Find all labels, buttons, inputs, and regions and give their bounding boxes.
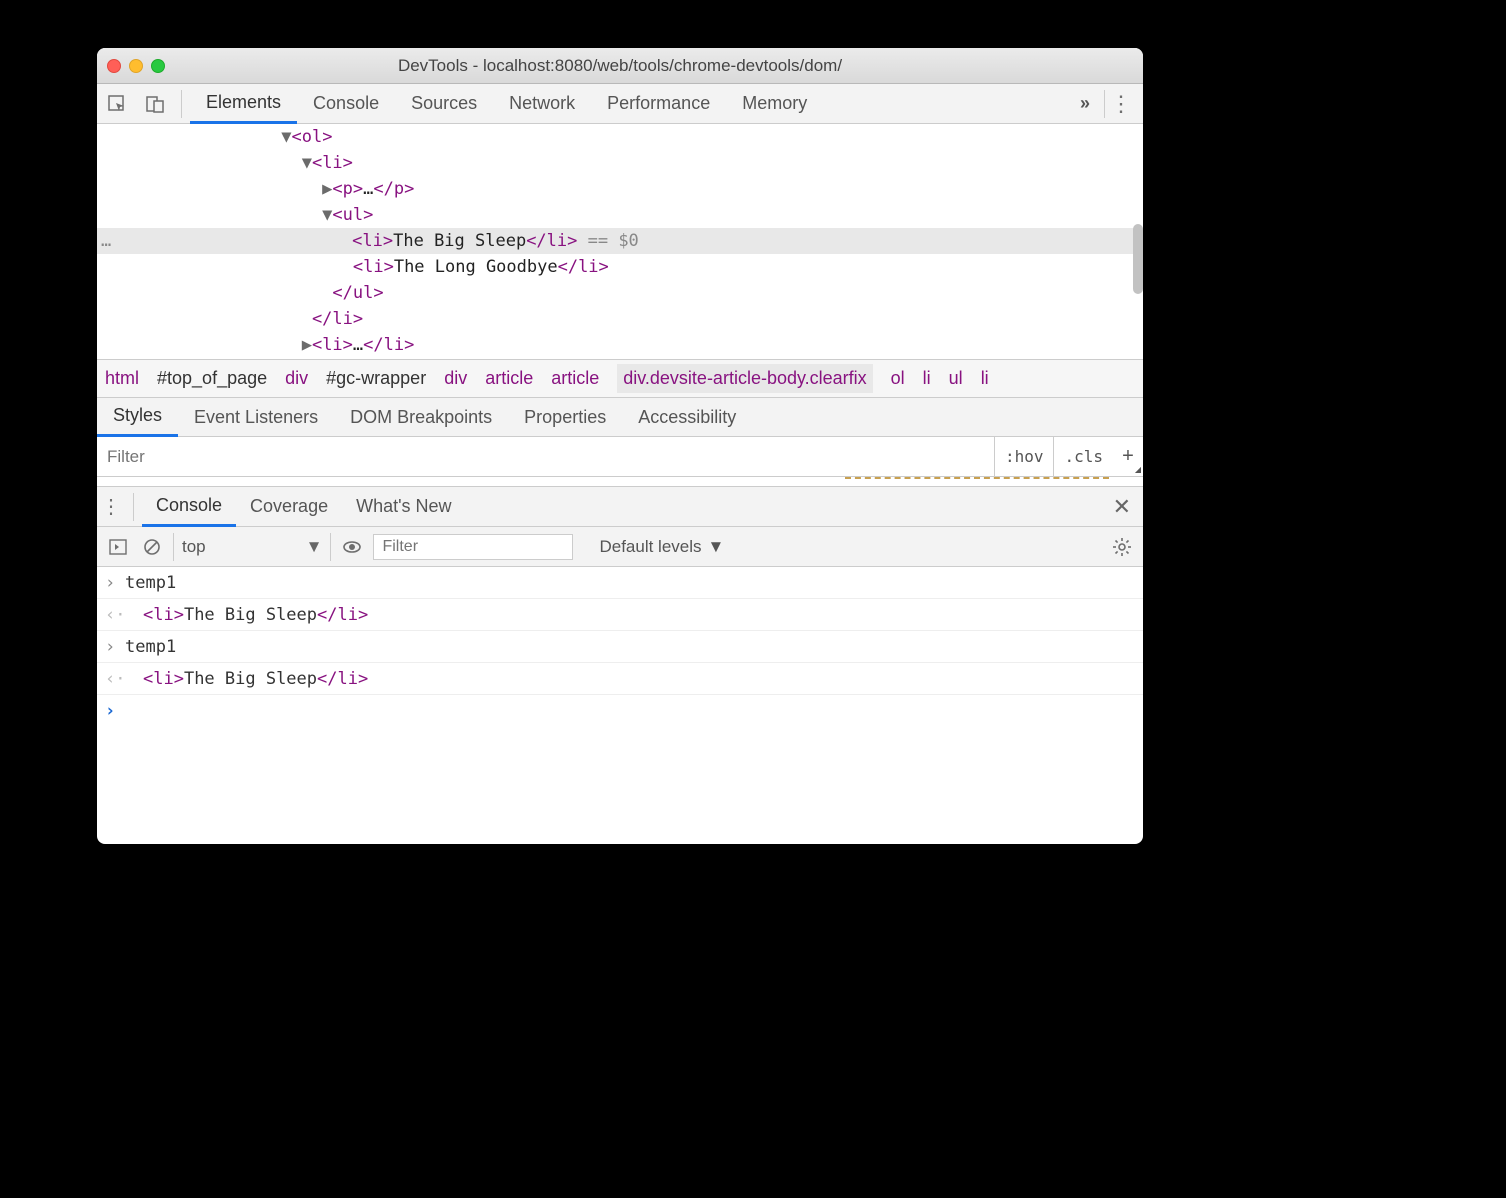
dom-node[interactable]: </li> (97, 306, 1143, 332)
console-sidebar-toggle-icon[interactable] (105, 534, 131, 560)
dom-node[interactable]: ▼<ul> (97, 202, 1143, 228)
console-settings-icon[interactable] (1109, 534, 1135, 560)
live-expression-icon[interactable] (339, 534, 365, 560)
styles-tab-accessibility[interactable]: Accessibility (622, 397, 752, 437)
hov-toggle[interactable]: :hov (995, 437, 1055, 476)
breadcrumb-item[interactable]: div.devsite-article-body.clearfix (617, 364, 872, 393)
dom-node[interactable]: ▼<li> (97, 150, 1143, 176)
tab-memory[interactable]: Memory (726, 84, 823, 124)
drawer-tabbar: ⋮ ConsoleCoverageWhat's New ✕ (97, 487, 1143, 527)
console-output[interactable]: ›temp1‹·<li>The Big Sleep</li>›temp1‹·<l… (97, 567, 1143, 844)
window-title: DevTools - localhost:8080/web/tools/chro… (201, 56, 1039, 76)
breadcrumb-item[interactable]: article (485, 368, 533, 389)
overflow-tabs[interactable]: » (1068, 84, 1102, 124)
styles-tab-event-listeners[interactable]: Event Listeners (178, 397, 334, 437)
breadcrumb-item[interactable]: ul (949, 368, 963, 389)
dom-node[interactable]: </ul> (97, 280, 1143, 306)
styles-tab-dom-breakpoints[interactable]: DOM Breakpoints (334, 397, 508, 437)
scrollbar-thumb[interactable] (1133, 224, 1143, 294)
breadcrumb-item[interactable]: article (551, 368, 599, 389)
dom-node-selected[interactable]: … <li>The Big Sleep</li> == $0 (97, 228, 1143, 254)
breadcrumb-item[interactable]: html (105, 368, 139, 389)
dom-breadcrumb: html #top_of_page div #gc-wrapper div article… (97, 359, 1143, 397)
console-input-row[interactable]: ›temp1 (97, 567, 1143, 599)
main-tabbar: ElementsConsoleSourcesNetworkPerformance… (97, 84, 1143, 124)
breadcrumb-item[interactable]: li (981, 368, 989, 389)
divider (1104, 90, 1105, 118)
inspect-icon[interactable] (103, 90, 131, 118)
box-model-preview (845, 477, 1109, 486)
close-drawer-button[interactable]: ✕ (1101, 494, 1143, 520)
breadcrumb-item[interactable]: #top_of_page (157, 368, 267, 389)
breadcrumb-item[interactable]: li (923, 368, 931, 389)
breadcrumb-item[interactable]: #gc-wrapper (326, 368, 426, 389)
breadcrumb-item[interactable]: div (444, 368, 467, 389)
traffic-lights (107, 59, 201, 73)
styles-tab-styles[interactable]: Styles (97, 397, 178, 437)
dom-tree[interactable]: ▼<ol> ▼<li> ▶<p>…</p> ▼<ul>… <li>The Big… (97, 124, 1143, 359)
dom-node[interactable]: <li>The Long Goodbye</li> (97, 254, 1143, 280)
divider (133, 493, 134, 521)
drawer-tab-what-s-new[interactable]: What's New (342, 487, 465, 527)
dom-node[interactable]: ▼<ol> (97, 124, 1143, 150)
log-levels-selector[interactable]: Default levels▼ (581, 537, 724, 557)
styles-filter-input[interactable] (97, 437, 995, 476)
maximize-icon[interactable] (151, 59, 165, 73)
drawer-tab-coverage[interactable]: Coverage (236, 487, 342, 527)
device-toggle-icon[interactable] (141, 90, 169, 118)
styles-panel-body (97, 477, 1143, 487)
console-prompt[interactable]: › (97, 695, 1143, 727)
console-input-row[interactable]: ›temp1 (97, 631, 1143, 663)
console-output-row[interactable]: ‹·<li>The Big Sleep</li> (97, 663, 1143, 695)
styles-filter-bar: :hov .cls + ◢ (97, 437, 1143, 477)
tab-network[interactable]: Network (493, 84, 591, 124)
tab-console[interactable]: Console (297, 84, 395, 124)
breadcrumb-item[interactable]: div (285, 368, 308, 389)
new-style-rule-button[interactable]: + ◢ (1113, 437, 1143, 476)
minimize-icon[interactable] (129, 59, 143, 73)
close-icon[interactable] (107, 59, 121, 73)
titlebar: DevTools - localhost:8080/web/tools/chro… (97, 48, 1143, 84)
tab-performance[interactable]: Performance (591, 84, 726, 124)
dom-node[interactable]: ▶<li>…</li> (97, 332, 1143, 358)
devtools-window: DevTools - localhost:8080/web/tools/chro… (97, 48, 1143, 844)
kebab-menu-icon[interactable]: ⋮ (1107, 90, 1135, 118)
divider (181, 90, 182, 118)
breadcrumb-item[interactable]: ol (891, 368, 905, 389)
styles-tabbar: StylesEvent ListenersDOM BreakpointsProp… (97, 397, 1143, 437)
kebab-menu-icon[interactable]: ⋮ (97, 493, 125, 521)
drawer-tab-console[interactable]: Console (142, 487, 236, 527)
context-selector[interactable]: top ▼ (173, 533, 331, 561)
tab-sources[interactable]: Sources (395, 84, 493, 124)
clear-console-icon[interactable] (139, 534, 165, 560)
console-toolbar: top ▼ Default levels▼ (97, 527, 1143, 567)
cls-toggle[interactable]: .cls (1054, 437, 1113, 476)
tab-elements[interactable]: Elements (190, 84, 297, 124)
console-filter-input[interactable] (373, 534, 573, 560)
styles-tab-properties[interactable]: Properties (508, 397, 622, 437)
console-output-row[interactable]: ‹·<li>The Big Sleep</li> (97, 599, 1143, 631)
dom-node[interactable]: ▶<p>…</p> (97, 176, 1143, 202)
